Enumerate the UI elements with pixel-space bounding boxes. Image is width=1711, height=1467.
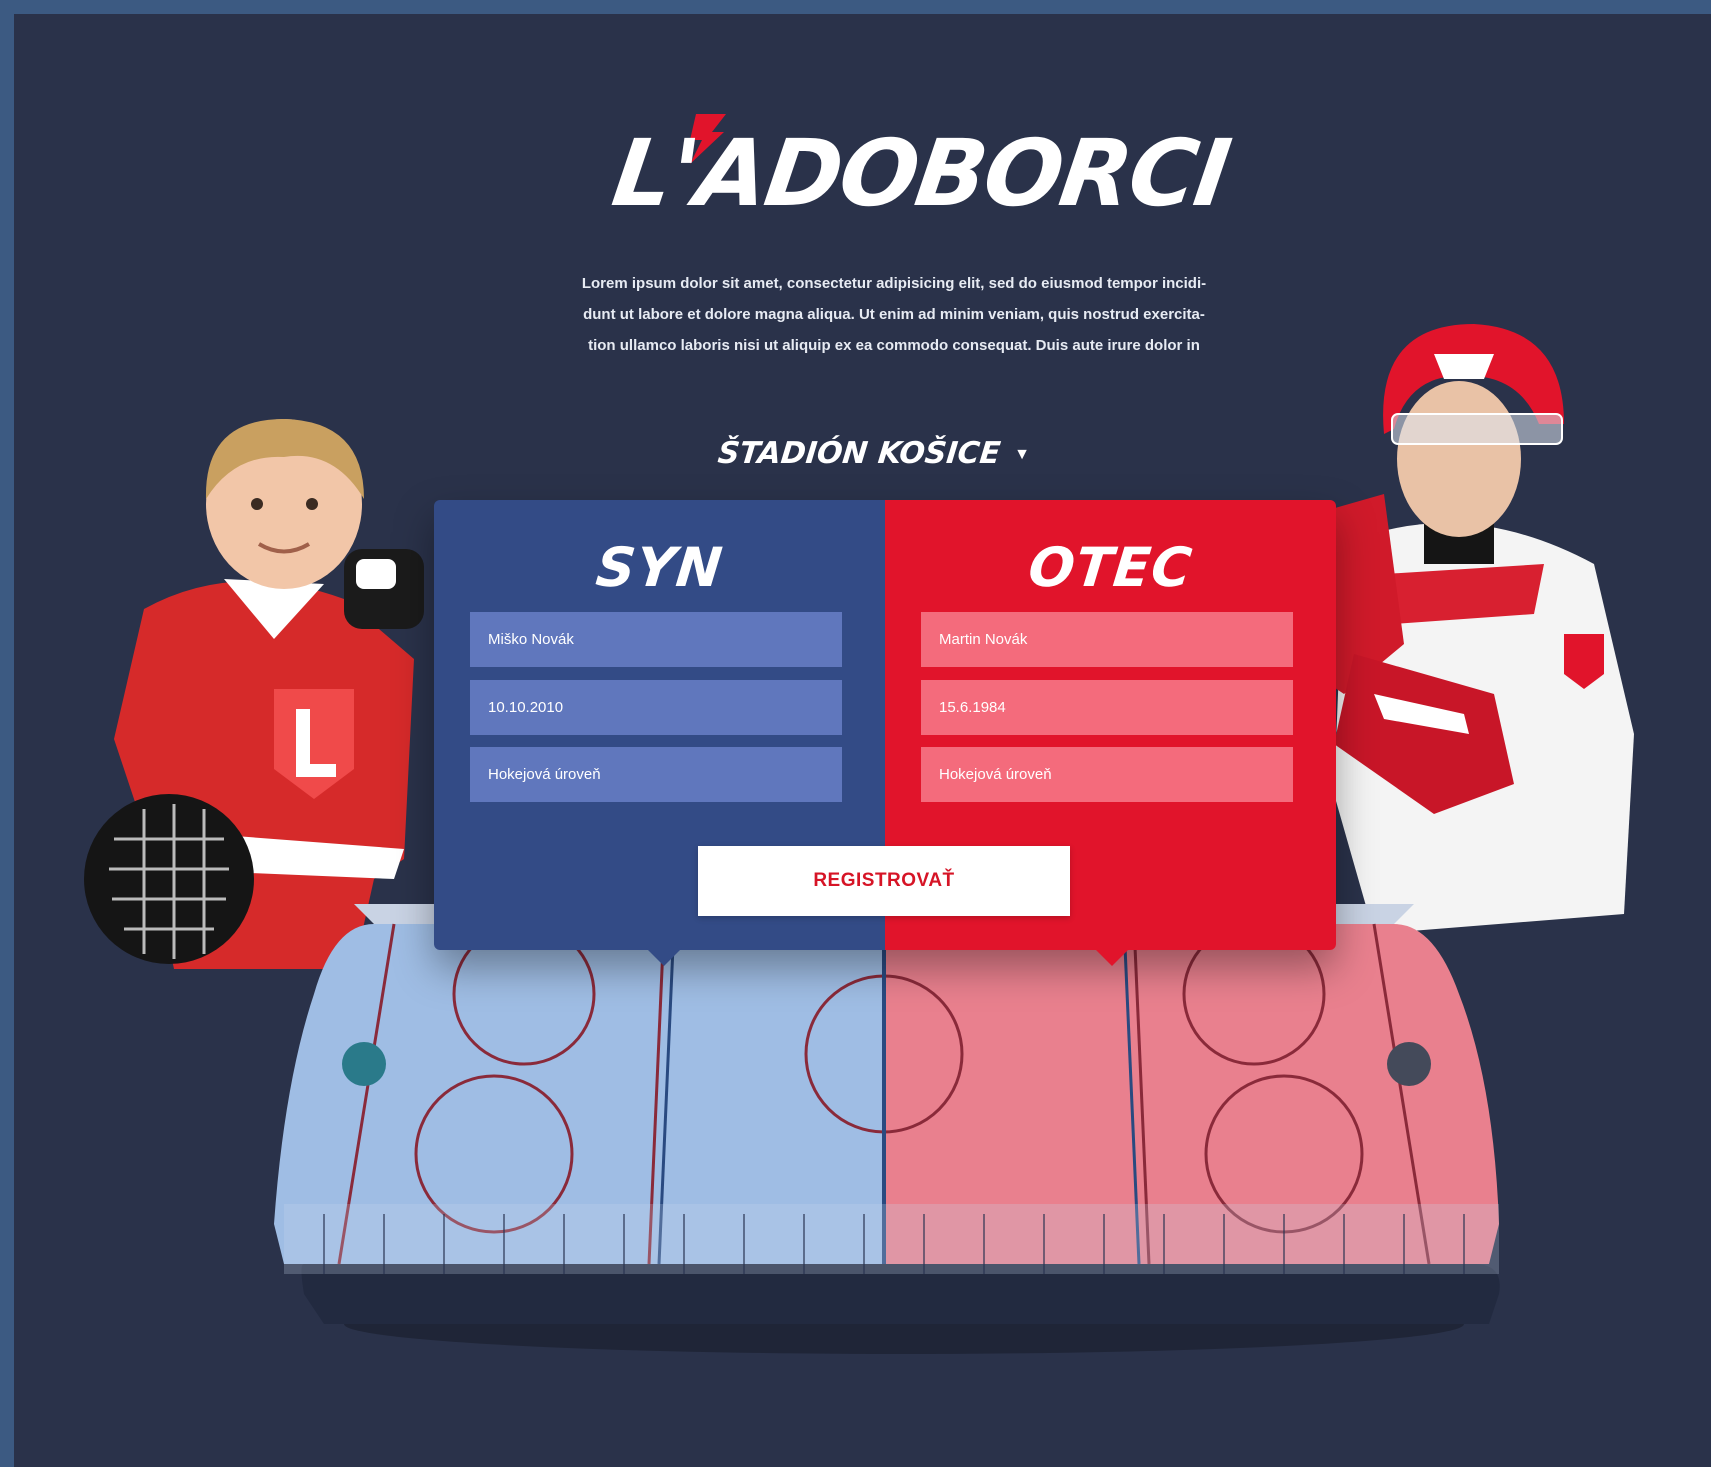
father-name-input[interactable]: Martin Novák xyxy=(921,612,1293,667)
son-title: SYN xyxy=(593,536,726,599)
register-button[interactable]: REGISTROVAŤ xyxy=(698,846,1070,916)
son-pointer xyxy=(646,948,682,966)
father-title: OTEC xyxy=(1025,536,1196,599)
father-birthdate-input[interactable]: 15.6.1984 xyxy=(921,680,1293,735)
father-player-image xyxy=(1314,324,1634,934)
intro-text: Lorem ipsum dolor sit amet, consectetur … xyxy=(514,268,1274,361)
intro-line: dunt ut labore et dolore magna aliqua. U… xyxy=(583,306,1205,323)
brand-logo: L'ADOBORCI xyxy=(607,114,1235,234)
son-level-input[interactable]: Hokejová úroveň xyxy=(470,747,842,802)
page-frame: L'ADOBORCI Lorem ipsum dolor sit amet, c… xyxy=(14,14,1711,1467)
son-birthdate-input[interactable]: 10.10.2010 xyxy=(470,680,842,735)
registration-panel: SYN Miško Novák 10.10.2010 Hokejová úrov… xyxy=(434,500,1336,966)
stadium-dropdown[interactable]: ŠTADIÓN KOŠICE ▼ xyxy=(704,428,1044,478)
caret-down-icon: ▼ xyxy=(1014,446,1031,463)
father-pointer xyxy=(1094,948,1130,966)
stadium-label: ŠTADIÓN KOŠICE xyxy=(716,435,1003,471)
hockey-rink-image xyxy=(274,904,1500,1354)
brand-name: L'ADOBORCI xyxy=(606,120,1236,227)
father-level-input[interactable]: Hokejová úroveň xyxy=(921,747,1293,802)
intro-line: tion ullamco laboris nisi ut aliquip ex … xyxy=(588,337,1200,354)
son-name-input[interactable]: Miško Novák xyxy=(470,612,842,667)
intro-line: Lorem ipsum dolor sit amet, consectetur … xyxy=(581,275,1207,292)
